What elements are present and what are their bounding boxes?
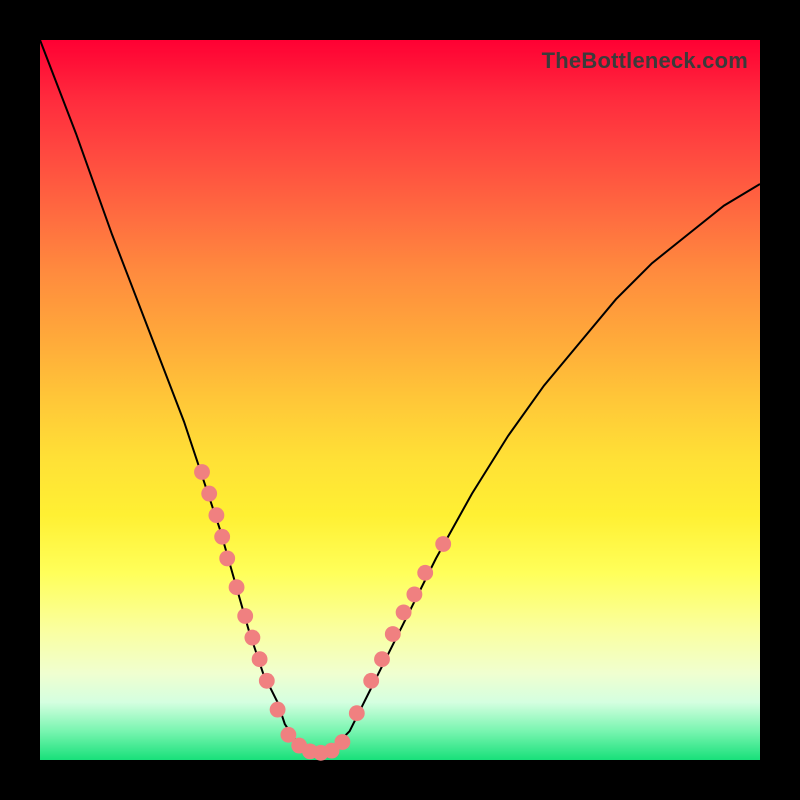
data-dot [214, 529, 230, 545]
data-dot [244, 630, 260, 646]
bottleneck-curve [40, 40, 760, 753]
data-dot [201, 486, 217, 502]
data-dot [374, 651, 390, 667]
data-dot [385, 626, 401, 642]
data-dot [417, 565, 433, 581]
data-dot [435, 536, 451, 552]
data-dots [194, 464, 451, 761]
data-dot [208, 507, 224, 523]
data-dot [237, 608, 253, 624]
data-dot [219, 550, 235, 566]
data-dot [396, 604, 412, 620]
data-dot [349, 705, 365, 721]
data-dot [270, 702, 286, 718]
data-dot [229, 579, 245, 595]
data-dot [252, 651, 268, 667]
data-dot [334, 734, 350, 750]
data-dot [259, 673, 275, 689]
data-dot [194, 464, 210, 480]
data-dot [406, 586, 422, 602]
curve-layer [40, 40, 760, 760]
plot-area: TheBottleneck.com [40, 40, 760, 760]
chart-frame: TheBottleneck.com [0, 0, 800, 800]
data-dot [363, 673, 379, 689]
